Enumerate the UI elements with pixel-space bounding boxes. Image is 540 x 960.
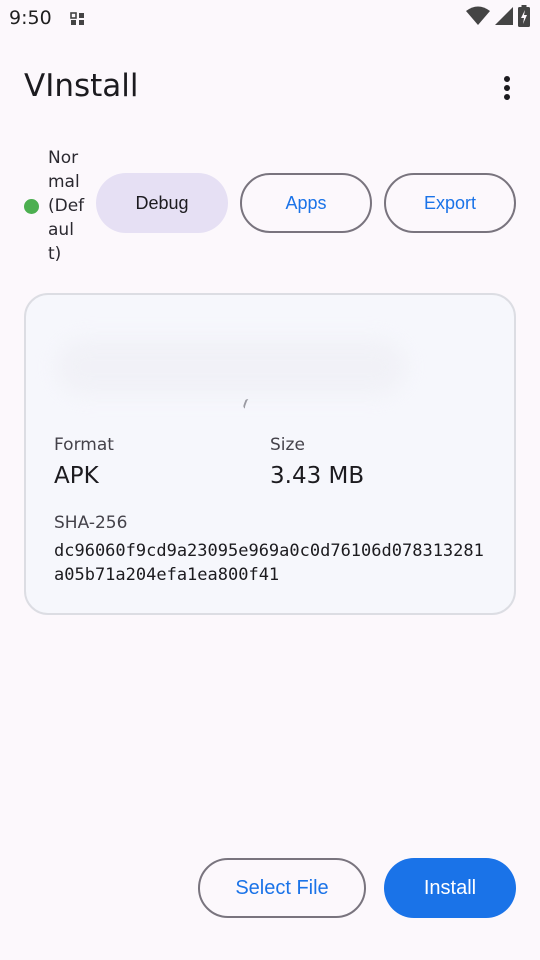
select-file-button[interactable]: Select File: [198, 858, 366, 918]
more-options-button[interactable]: [492, 72, 522, 108]
app-title: VInstall: [24, 68, 139, 104]
status-icons: [466, 5, 530, 31]
sha256-value: dc96060f9cd9a23095e969a0c0d76106d0783132…: [54, 541, 484, 585]
mode-indicator: Normal (Default): [24, 146, 86, 266]
mode-label: Normal (Default): [48, 148, 85, 264]
size-label: Size: [270, 435, 305, 455]
file-info-card: Format APK Size 3.43 MB SHA-256 dc96060f…: [24, 293, 516, 615]
format-label: Format: [54, 435, 114, 455]
signal-icon: [494, 6, 514, 30]
status-bar: 9:50: [0, 0, 540, 36]
more-vert-icon: [503, 75, 511, 105]
sha256-label: SHA-256: [54, 513, 128, 533]
installer-screen: 9:50 VInstall Normal (Default) Debug App…: [0, 0, 540, 960]
status-dot-icon: [24, 198, 39, 214]
install-button[interactable]: Install: [384, 858, 516, 918]
format-value: APK: [54, 463, 99, 489]
grid-icon: [70, 11, 86, 25]
app-preview: [56, 331, 406, 421]
wifi-icon: [466, 6, 490, 30]
export-chip[interactable]: Export: [384, 173, 516, 233]
size-value: 3.43 MB: [270, 463, 365, 489]
apps-chip[interactable]: Apps: [240, 173, 372, 233]
debug-chip[interactable]: Debug: [96, 173, 228, 233]
battery-charging-icon: [518, 5, 530, 31]
status-time: 9:50: [9, 7, 52, 29]
